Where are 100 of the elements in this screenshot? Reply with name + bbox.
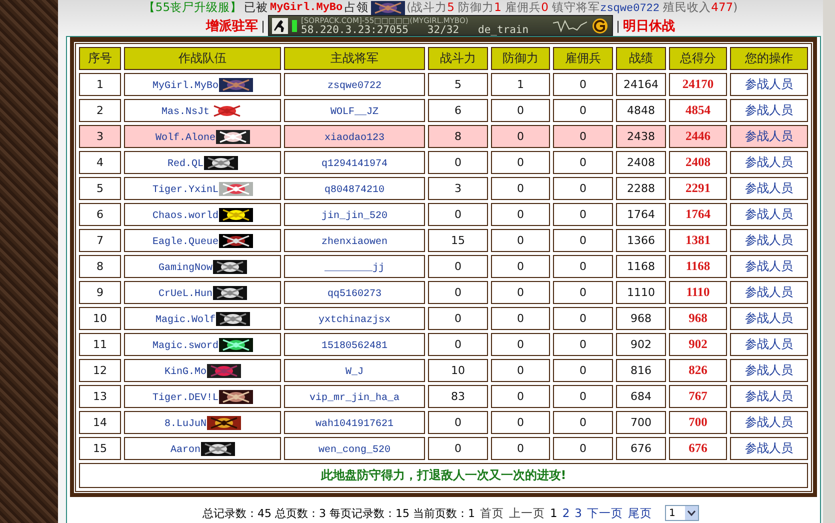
participants-link[interactable]: 参战人员 xyxy=(745,155,793,169)
general-name[interactable]: jin_jin_520 xyxy=(321,210,388,222)
participants-link[interactable]: 参战人员 xyxy=(745,441,793,455)
score-value: 4854 xyxy=(686,103,710,117)
table-cell: 14 xyxy=(79,411,121,434)
score-value: 1110 xyxy=(686,285,710,299)
participants-link[interactable]: 参战人员 xyxy=(745,233,793,247)
waveform-icon xyxy=(553,18,587,32)
column-header: 战绩 xyxy=(616,47,666,70)
general-name[interactable]: ________jj xyxy=(324,262,384,274)
team-name[interactable]: KinG.Mo xyxy=(164,367,206,378)
table-cell: 0 xyxy=(428,281,488,304)
team-name[interactable]: Red.QL xyxy=(167,159,204,170)
team-name[interactable]: Wolf.Alone xyxy=(155,133,216,144)
table-cell: 1110 xyxy=(616,281,666,304)
table-cell: 0 xyxy=(428,307,488,330)
table-cell: 0 xyxy=(553,229,613,252)
table-cell: 0 xyxy=(491,177,550,200)
table-cell: 6 xyxy=(428,99,488,122)
participants-link[interactable]: 参战人员 xyxy=(745,311,793,325)
page-link[interactable]: 2 xyxy=(562,506,570,520)
reinforce-link[interactable]: 增派驻军 xyxy=(206,16,258,34)
score-value: 767 xyxy=(688,389,708,403)
table-cell: 4 xyxy=(79,151,121,174)
table-cell: 0 xyxy=(491,99,550,122)
table-cell: 676 xyxy=(616,437,666,460)
table-cell: 0 xyxy=(553,359,613,382)
table-cell: 10 xyxy=(79,307,121,330)
general-name[interactable]: qq5160273 xyxy=(327,288,382,300)
table-cell: 0 xyxy=(428,437,488,460)
participants-link[interactable]: 参战人员 xyxy=(745,181,793,195)
team-name[interactable]: GamingNow xyxy=(158,263,212,274)
table-cell: 1 xyxy=(79,73,121,96)
general-name[interactable]: wah1041917621 xyxy=(315,418,394,430)
participants-link[interactable]: 参战人员 xyxy=(745,415,793,429)
page-link[interactable]: 下一页 xyxy=(587,506,623,520)
participants-link[interactable]: 参战人员 xyxy=(745,207,793,221)
table-cell: 0 xyxy=(491,125,550,148)
general-name[interactable]: vip_mr_jin_ha_a xyxy=(309,392,400,404)
team-name[interactable]: Eagle.Queue xyxy=(152,237,218,248)
participants-link[interactable]: 参战人员 xyxy=(745,363,793,377)
table-cell: 2288 xyxy=(616,177,666,200)
general-name[interactable]: zsqwe0722 xyxy=(327,80,382,92)
table-cell: 0 xyxy=(553,411,613,434)
team-name[interactable]: MyGirl.MyBo xyxy=(152,81,218,92)
score-value: 1168 xyxy=(686,259,710,273)
general-name[interactable]: q804874210 xyxy=(324,184,384,196)
team-name[interactable]: Aaron xyxy=(170,445,200,456)
table-cell: 902 xyxy=(616,333,666,356)
team-name[interactable]: Magic.Wolf xyxy=(155,315,216,326)
column-header: 防御力 xyxy=(491,47,550,70)
score-value: 968 xyxy=(688,311,708,325)
general-name[interactable]: zhenxiaowen xyxy=(321,236,388,248)
score-value: 902 xyxy=(688,337,708,351)
page-link[interactable]: 1 xyxy=(550,506,558,520)
team-name[interactable]: Tiger.YxinL xyxy=(152,185,218,196)
participants-link[interactable]: 参战人员 xyxy=(745,389,793,403)
table-cell: 13 xyxy=(79,385,121,408)
table-cell: 0 xyxy=(553,99,613,122)
column-header: 主战将军 xyxy=(284,47,425,70)
participants-link[interactable]: 参战人员 xyxy=(745,103,793,117)
participants-link[interactable]: 参战人员 xyxy=(745,285,793,299)
general-name[interactable]: WOLF__JZ xyxy=(330,106,378,118)
table-cell: 0 xyxy=(553,307,613,330)
truce-link[interactable]: 明日休战 xyxy=(623,16,676,34)
table-cell: 12 xyxy=(79,359,121,382)
general-name[interactable]: yxtchinazjsx xyxy=(318,314,390,326)
table-cell: 0 xyxy=(491,359,550,382)
occupied-label: 占领 xyxy=(344,0,369,15)
table-cell: 10 xyxy=(428,359,488,382)
table-cell: 700 xyxy=(616,411,666,434)
general-name[interactable]: xiaodao123 xyxy=(324,132,384,144)
team-name[interactable]: Mas.NsJt xyxy=(161,107,210,118)
participants-link[interactable]: 参战人员 xyxy=(745,129,793,143)
column-header: 作战队伍 xyxy=(124,47,281,70)
table-cell: 0 xyxy=(428,203,488,226)
page-link[interactable]: 尾页 xyxy=(628,506,652,520)
team-name[interactable]: Chaos.world xyxy=(152,211,218,222)
team-name[interactable]: Tiger.DEV!L xyxy=(152,393,218,404)
general-name[interactable]: W_J xyxy=(345,366,364,378)
participants-link[interactable]: 参战人员 xyxy=(745,337,793,351)
table-cell: 1 xyxy=(491,73,550,96)
team-name[interactable]: 8.LuJuN xyxy=(164,419,206,430)
score-value: 676 xyxy=(688,441,708,455)
score-value: 1381 xyxy=(686,233,710,247)
server-name: 【55丧尸升级服】 xyxy=(143,0,242,15)
score-value: 700 xyxy=(688,415,708,429)
team-name[interactable]: Magic.sword xyxy=(152,341,218,352)
table-cell: 2408 xyxy=(616,151,666,174)
participants-link[interactable]: 参战人员 xyxy=(745,259,793,273)
participants-link[interactable]: 参战人员 xyxy=(745,77,793,91)
occupier-name: MyGirl.MyBo xyxy=(270,2,343,14)
page-link[interactable]: 3 xyxy=(574,506,582,520)
team-name[interactable]: CrUeL.Hun xyxy=(158,289,212,300)
table-cell: 2438 xyxy=(616,125,666,148)
general-name[interactable]: q1294141974 xyxy=(321,158,388,170)
page-select[interactable]: 1 xyxy=(665,505,699,521)
general-name[interactable]: wen_cong_520 xyxy=(318,444,390,456)
table-cell: 0 xyxy=(491,333,550,356)
general-name[interactable]: 15180562481 xyxy=(321,340,388,352)
